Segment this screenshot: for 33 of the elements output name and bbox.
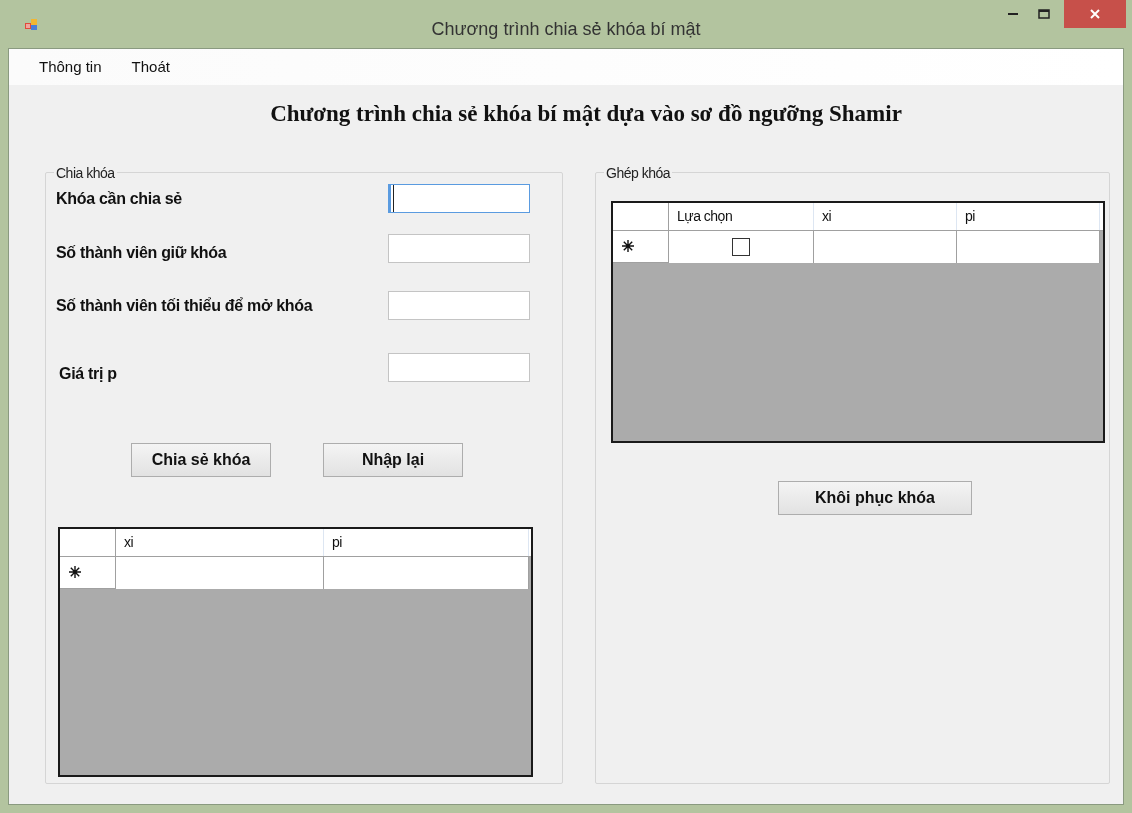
input-field[interactable]	[388, 291, 530, 320]
asterisk-icon	[621, 239, 635, 253]
input-field[interactable]	[388, 184, 530, 213]
close-button[interactable]	[1064, 0, 1126, 28]
table-cell[interactable]	[957, 230, 1100, 263]
app-icon	[24, 16, 40, 32]
menu-item[interactable]: Thông tin	[29, 54, 112, 80]
menu-item[interactable]: Thoát	[121, 54, 180, 80]
table-cell[interactable]	[669, 230, 814, 263]
window-title: Chương trình chia sẻ khóa bí mật	[431, 18, 701, 41]
column-header[interactable]: Lựa chọn	[669, 202, 814, 230]
push-button[interactable]: Khôi phục khóa	[778, 480, 972, 515]
close-icon	[1089, 8, 1101, 20]
column-header[interactable]: pi	[324, 528, 529, 556]
checkbox[interactable]	[732, 237, 750, 256]
page-heading: Chương trình chia sẻ khóa bí mật dựa vào sơ đồ ngưỡng Shamir	[270, 100, 902, 128]
field-label: Số thành viên giữ khóa	[56, 242, 228, 263]
column-header[interactable]: xi	[814, 202, 957, 230]
field-label: Giá trị p	[58, 363, 118, 384]
push-button[interactable]: Nhập lại	[323, 442, 463, 477]
push-button[interactable]: Chia sẻ khóa	[131, 442, 271, 477]
column-header[interactable]: pi	[957, 202, 1100, 230]
field-label: Số thành viên tối thiểu để mở khóa	[56, 295, 314, 316]
input-field[interactable]	[388, 234, 530, 263]
input-field[interactable]	[388, 353, 530, 382]
column-header[interactable]: xi	[116, 528, 324, 556]
table-cell[interactable]	[324, 556, 529, 589]
table-cell[interactable]	[814, 230, 957, 263]
minimize-icon	[1007, 12, 1019, 16]
asterisk-icon	[68, 565, 82, 579]
field-label: Khóa cần chia sẻ	[56, 188, 183, 209]
maximize-icon	[1038, 9, 1050, 19]
table-cell[interactable]	[116, 556, 324, 589]
